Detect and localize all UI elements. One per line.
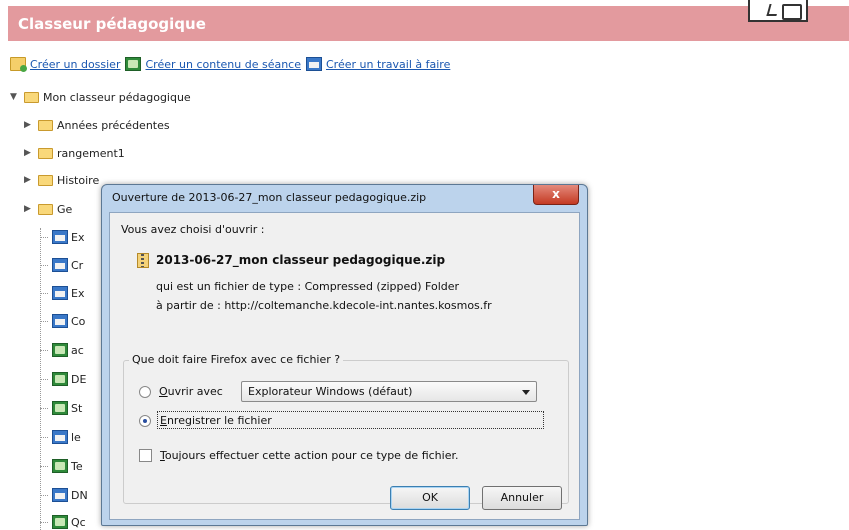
action-question: Que doit faire Firefox avec ce fichier ?: [129, 353, 344, 366]
tree-connector: [40, 522, 48, 523]
tree-item-label: St: [71, 401, 83, 415]
tree-item[interactable]: DN: [52, 487, 88, 503]
tree-item[interactable]: St: [52, 400, 82, 416]
collapsed-triangle-icon[interactable]: ▶: [24, 204, 38, 214]
tree-root-label: Mon classeur pédagogique: [43, 90, 191, 104]
tree-connector: [40, 321, 48, 322]
create-content-link[interactable]: Créer un contenu de séance: [145, 58, 301, 71]
action-group: Que doit faire Firefox avec ce fichier ?…: [123, 353, 569, 504]
tree-root[interactable]: ▼ Mon classeur pédagogique: [10, 89, 191, 105]
collapsed-triangle-icon[interactable]: ▶: [24, 175, 38, 185]
green-icon: [52, 401, 68, 415]
create-folder-link[interactable]: Créer un dossier: [30, 58, 120, 71]
tree-connector: [40, 437, 48, 438]
save-file-radio[interactable]: [139, 415, 151, 427]
house-icon: [52, 314, 68, 328]
action-links: Créer un dossier Créer un contenu de séa…: [10, 56, 455, 72]
expanded-triangle-icon[interactable]: ▼: [10, 92, 24, 102]
close-icon: x: [552, 187, 560, 201]
tree-item[interactable]: Cr: [52, 257, 83, 273]
tree-item[interactable]: Co: [52, 313, 85, 329]
tree-item-label: DN: [71, 488, 88, 502]
tree-item[interactable]: Ex: [52, 229, 84, 245]
tree-item[interactable]: ac: [52, 342, 84, 358]
tree-folder-label: Années précédentes: [57, 118, 170, 132]
create-homework-link[interactable]: Créer un travail à faire: [326, 58, 450, 71]
folder-icon: [38, 147, 53, 159]
ok-button[interactable]: OK: [390, 486, 470, 510]
cancel-button[interactable]: Annuler: [482, 486, 562, 510]
tree-folder[interactable]: ▶ Ge: [24, 201, 72, 217]
tree-connector: [40, 466, 48, 467]
tree-connector: [40, 265, 48, 266]
green-icon: [52, 372, 68, 386]
tree-connector: [40, 379, 48, 380]
tree-item-label: Co: [71, 314, 86, 328]
tree-connector: [40, 350, 48, 351]
folder-icon: [38, 174, 53, 186]
tree-item[interactable]: le: [52, 429, 81, 445]
always-checkbox[interactable]: [139, 449, 152, 462]
green-icon: [52, 515, 68, 529]
tree-item[interactable]: Te: [52, 458, 83, 474]
zip-file-icon: [137, 253, 149, 268]
tree-item-label: Ex: [71, 230, 85, 244]
house-icon: [52, 230, 68, 244]
tree-folder-label: Ge: [57, 202, 73, 216]
folder-add-icon: [10, 57, 27, 72]
folder-icon: [38, 119, 53, 131]
tree-connector: [40, 293, 48, 294]
chevron-down-icon: [522, 390, 530, 395]
open-with-label[interactable]: Ouvrir avec: [159, 385, 223, 398]
page-title: Classeur pédagogique: [18, 15, 206, 33]
open-with-radio[interactable]: [139, 386, 151, 398]
green-icon: [52, 343, 68, 357]
tree-item-label: le: [71, 430, 81, 444]
house-icon: [52, 258, 68, 272]
tree-folder[interactable]: ▶ Années précédentes: [24, 117, 170, 133]
folder-icon: [38, 203, 53, 215]
collapsed-triangle-icon[interactable]: ▶: [24, 148, 38, 158]
tree-item-label: Ex: [71, 286, 85, 300]
always-label[interactable]: Toujours effectuer cette action pour ce …: [160, 449, 458, 462]
tree-item[interactable]: DE: [52, 371, 86, 387]
tree-item-label: ac: [71, 343, 84, 357]
collapsed-triangle-icon[interactable]: ▶: [24, 120, 38, 130]
tree-connector: [40, 495, 48, 496]
folder-icon: [24, 91, 39, 103]
save-file-label[interactable]: Enregistrer le fichier: [160, 414, 272, 427]
house-icon: [52, 430, 68, 444]
tree-item-label: Qc: [71, 515, 86, 529]
page-header: Classeur pédagogique: [8, 6, 849, 41]
close-button[interactable]: x: [533, 185, 579, 205]
house-icon: [52, 286, 68, 300]
dialog-intro: Vous avez choisi d'ouvrir :: [121, 223, 265, 236]
file-name: 2013-06-27_mon classeur pedagogique.zip: [156, 253, 446, 267]
tree-folder[interactable]: ▶ rangement1: [24, 145, 125, 161]
tree-connector: [40, 237, 48, 238]
green-icon: [52, 459, 68, 473]
tree-folder-label: Histoire: [57, 173, 100, 187]
tree-connector: [40, 408, 48, 409]
tree-folder-label: rangement1: [57, 146, 125, 160]
homework-icon: [305, 57, 322, 71]
tree-folder[interactable]: ▶ Histoire: [24, 172, 99, 188]
application-select[interactable]: Explorateur Windows (défaut): [241, 381, 537, 402]
tree-item-label: DE: [71, 372, 87, 386]
tree-item[interactable]: Qc: [52, 514, 86, 530]
application-select-value: Explorateur Windows (défaut): [248, 385, 413, 398]
tree-item[interactable]: Ex: [52, 285, 84, 301]
download-dialog: Ouverture de 2013-06-27_mon classeur ped…: [101, 184, 588, 526]
dialog-title: Ouverture de 2013-06-27_mon classeur ped…: [112, 191, 427, 204]
dialog-body: Vous avez choisi d'ouvrir : 2013-06-27_m…: [109, 212, 580, 520]
file-type: qui est un fichier de type : Compressed …: [156, 280, 460, 293]
tree-item-label: Cr: [71, 258, 84, 272]
tree-item-label: Te: [71, 459, 83, 473]
edit-note-icon[interactable]: [748, 0, 808, 22]
session-content-icon: [125, 57, 142, 71]
file-source: à partir de : http://coltemanche.kdecole…: [156, 299, 492, 312]
house-icon: [52, 488, 68, 502]
